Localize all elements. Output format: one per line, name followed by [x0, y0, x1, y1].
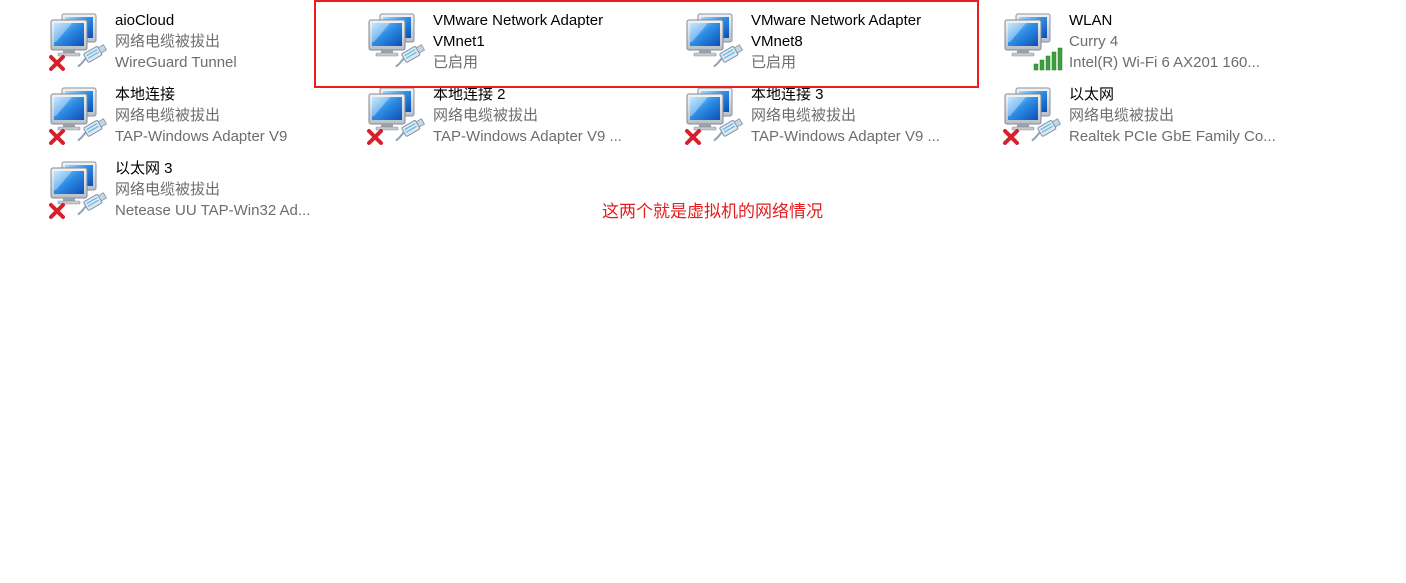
network-adapter-disconnected-icon	[684, 86, 744, 146]
adapter-wlan[interactable]: WLAN Curry 4 Intel(R) Wi-Fi 6 AX201 160.…	[1002, 10, 1302, 76]
adapter-status: 网络电缆被拔出	[1069, 107, 1175, 124]
adapter-name-line2: VMnet8	[751, 33, 803, 50]
adapter-name: aioCloud	[115, 12, 175, 29]
adapter-name-line2: VMnet1	[433, 33, 485, 50]
adapter-status: 网络电缆被拔出	[115, 181, 221, 198]
adapter-local-connection-2[interactable]: 本地连接 2 网络电缆被拔出 TAP-Windows Adapter V9 ..…	[366, 84, 666, 150]
annotation-text: 这两个就是虚拟机的网络情况	[602, 202, 823, 221]
adapter-ethernet-3[interactable]: 以太网 3 网络电缆被拔出 Netease UU TAP-Win32 Ad...	[48, 158, 348, 224]
network-adapter-disconnected-icon	[48, 160, 108, 220]
adapter-name: WLAN	[1069, 12, 1113, 29]
adapter-status: 网络电缆被拔出	[115, 107, 221, 124]
network-adapter-enabled-icon	[684, 12, 744, 72]
adapter-status: 网络电缆被拔出	[751, 107, 857, 124]
adapter-device: Netease UU TAP-Win32 Ad...	[115, 202, 311, 219]
adapter-name: 本地连接	[115, 86, 176, 103]
adapter-name: 本地连接 2	[433, 86, 506, 103]
adapter-device: TAP-Windows Adapter V9 ...	[433, 128, 622, 145]
adapter-ethernet[interactable]: 以太网 网络电缆被拔出 Realtek PCIe GbE Family Co..…	[1002, 84, 1302, 150]
network-adapter-disconnected-icon	[48, 86, 108, 146]
adapter-name-line1: VMware Network Adapter	[433, 12, 604, 29]
wifi-adapter-connected-icon	[1002, 12, 1063, 72]
adapter-vmnet1[interactable]: VMware Network Adapter VMnet1 已启用	[366, 10, 666, 76]
network-adapter-disconnected-icon	[1002, 86, 1062, 146]
adapter-status: 已启用	[433, 54, 479, 71]
network-adapter-disconnected-icon	[48, 12, 108, 72]
adapter-vmnet8[interactable]: VMware Network Adapter VMnet8 已启用	[684, 10, 984, 76]
adapter-name: 本地连接 3	[751, 86, 824, 103]
adapter-aiocloud[interactable]: aioCloud 网络电缆被拔出 WireGuard Tunnel	[48, 10, 348, 76]
adapter-status: 网络电缆被拔出	[433, 107, 539, 124]
adapter-local-connection[interactable]: 本地连接 网络电缆被拔出 TAP-Windows Adapter V9	[48, 84, 348, 150]
network-adapter-enabled-icon	[366, 12, 426, 72]
adapter-status: Curry 4	[1069, 33, 1119, 50]
adapter-local-connection-3[interactable]: 本地连接 3 网络电缆被拔出 TAP-Windows Adapter V9 ..…	[684, 84, 984, 150]
adapter-device: Intel(R) Wi-Fi 6 AX201 160...	[1069, 54, 1260, 71]
adapter-status: 已启用	[751, 54, 797, 71]
adapter-name-line1: VMware Network Adapter	[751, 12, 922, 29]
adapter-device: Realtek PCIe GbE Family Co...	[1069, 128, 1276, 145]
adapter-name: 以太网 3	[115, 160, 173, 177]
adapter-device: WireGuard Tunnel	[115, 54, 237, 71]
adapter-name: 以太网	[1069, 86, 1115, 103]
adapter-device: TAP-Windows Adapter V9 ...	[751, 128, 940, 145]
adapter-status: 网络电缆被拔出	[115, 33, 221, 50]
adapter-device: TAP-Windows Adapter V9	[115, 128, 288, 145]
network-adapter-disconnected-icon	[366, 86, 426, 146]
